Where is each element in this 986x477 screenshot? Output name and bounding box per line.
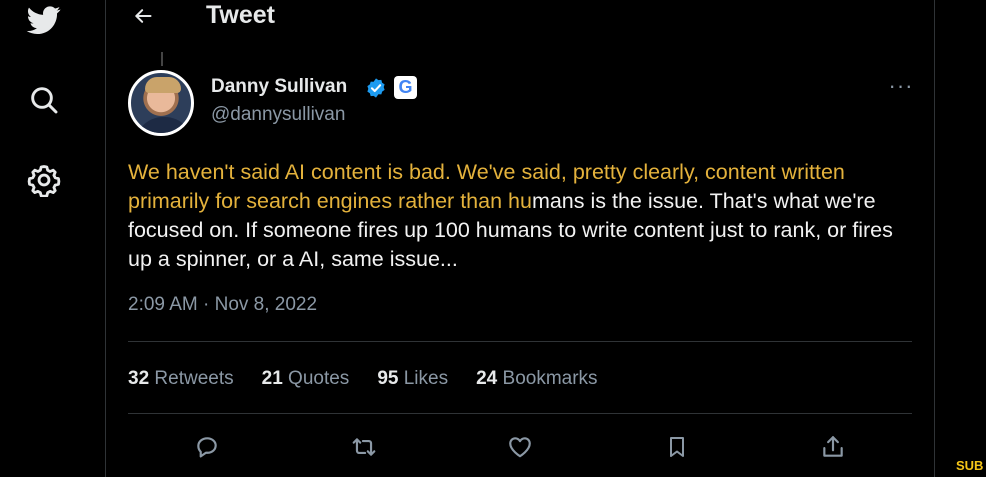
retweets-count: 32 <box>128 368 150 389</box>
likes-stat[interactable]: 95 Likes <box>377 368 448 390</box>
verified-badge-icon <box>365 77 387 99</box>
tweet-timestamp[interactable]: 2:09 AM · Nov 8, 2022 <box>128 294 317 316</box>
bookmarks-count: 24 <box>476 368 498 389</box>
author-display-name[interactable]: Danny Sullivan <box>211 76 347 98</box>
retweets-stat[interactable]: 32 Retweets <box>128 368 234 390</box>
settings-icon[interactable] <box>24 160 64 200</box>
bookmarks-stat[interactable]: 24 Bookmarks <box>476 368 597 390</box>
top-bar: Tweet <box>106 0 934 36</box>
reply-icon[interactable] <box>190 430 224 464</box>
tweet-column: Tweet Danny Sullivan G @dannysullivan ··… <box>105 0 935 477</box>
sidebar <box>0 0 105 477</box>
likes-label: Likes <box>403 368 449 389</box>
twitter-logo-icon[interactable] <box>24 0 64 40</box>
edge-overlay-text: SUB <box>956 458 984 473</box>
avatar[interactable] <box>128 70 194 136</box>
more-options-icon[interactable]: ··· <box>886 73 916 98</box>
quotes-label: Quotes <box>288 368 350 389</box>
bookmarks-label: Bookmarks <box>502 368 598 389</box>
stats-divider-bottom <box>128 413 912 414</box>
stats-divider-top <box>128 341 912 342</box>
tweet-text: We haven't said AI content is bad. We've… <box>128 158 918 274</box>
like-icon[interactable] <box>503 430 537 464</box>
quotes-count: 21 <box>261 368 283 389</box>
google-affiliation-badge: G <box>394 76 417 99</box>
avatar-hair <box>145 77 181 93</box>
author-handle[interactable]: @dannysullivan <box>211 104 345 126</box>
likes-count: 95 <box>377 368 399 389</box>
page-title: Tweet <box>206 1 275 29</box>
search-icon[interactable] <box>24 80 64 120</box>
share-icon[interactable] <box>816 430 850 464</box>
thread-connector <box>161 52 163 66</box>
tweet-actions <box>106 430 934 464</box>
tweet-stats: 32 Retweets 21 Quotes 95 Likes 24 Bookma… <box>128 368 598 390</box>
retweet-icon[interactable] <box>347 430 381 464</box>
back-arrow-icon[interactable] <box>130 3 156 29</box>
bookmark-icon[interactable] <box>660 430 694 464</box>
avatar-shoulders <box>135 117 191 133</box>
retweets-label: Retweets <box>154 368 234 389</box>
quotes-stat[interactable]: 21 Quotes <box>262 368 350 390</box>
